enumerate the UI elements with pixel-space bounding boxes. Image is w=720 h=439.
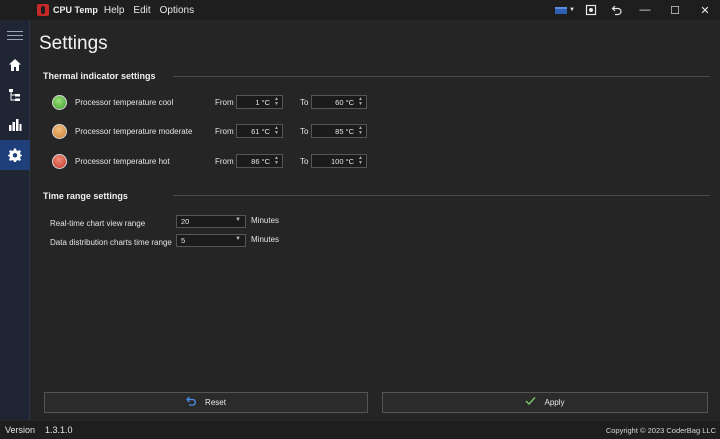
moderate-to-stepper[interactable]: 85 °C ▲ ▼: [311, 124, 367, 138]
moderate-to-value: 85 °C: [335, 126, 354, 136]
cool-from-stepper[interactable]: 1 °C ▲ ▼: [236, 95, 283, 109]
from-label: From: [215, 97, 234, 107]
page-title: Settings: [39, 33, 108, 54]
status-green-icon: [52, 94, 67, 110]
status-red-icon: [52, 153, 67, 169]
time-range-section-divider: [173, 195, 710, 196]
to-label: To: [300, 97, 309, 107]
menu-help[interactable]: Help: [104, 5, 125, 16]
time-range-section-title: Time range settings: [43, 191, 128, 201]
reset-button[interactable]: Reset: [44, 392, 368, 413]
sidebar: [0, 20, 30, 420]
apply-button[interactable]: Apply: [382, 392, 708, 413]
menu-options[interactable]: Options: [160, 5, 194, 16]
stepper-arrows-icon[interactable]: ▲ ▼: [357, 96, 364, 108]
from-label: From: [215, 156, 234, 166]
distribution-range-value: 5: [181, 236, 186, 245]
home-icon[interactable]: [0, 50, 30, 80]
cool-from-value: 1 °C: [255, 97, 270, 107]
thermal-section-divider: [173, 76, 710, 77]
bar-chart-icon[interactable]: [0, 110, 30, 140]
apply-label: Apply: [544, 398, 565, 407]
row-label: Processor temperature moderate: [75, 126, 193, 136]
chevron-down-icon: ▼: [235, 217, 241, 223]
stepper-arrows-icon[interactable]: ▲ ▼: [357, 155, 364, 167]
undo-icon: [186, 396, 197, 409]
reset-label: Reset: [205, 398, 226, 407]
menu-toggle-icon[interactable]: [0, 20, 30, 50]
from-label: From: [215, 126, 234, 136]
distribution-range-unit: Minutes: [251, 235, 280, 244]
tree-icon[interactable]: [0, 80, 30, 110]
checkmark-icon: [525, 396, 536, 409]
moderate-from-stepper[interactable]: 61 °C ▲ ▼: [236, 124, 283, 138]
copyright-text: Copyright © 2023 CoderBag LLC: [605, 426, 716, 435]
realtime-range-unit: Minutes: [251, 216, 280, 225]
version-number: 1.3.1.0: [45, 425, 73, 435]
stepper-arrows-icon[interactable]: ▲ ▼: [273, 96, 280, 108]
stepper-arrows-icon[interactable]: ▲ ▼: [357, 125, 364, 137]
title-bar: CPU Temp Help Edit Options ▼ — ☐ ✕: [0, 0, 720, 20]
back-icon[interactable]: [604, 0, 630, 20]
distribution-range-label: Data distribution charts time range: [50, 238, 172, 247]
stepper-arrows-icon[interactable]: ▲ ▼: [273, 155, 280, 167]
chevron-down-icon: ▼: [235, 236, 241, 242]
realtime-range-select[interactable]: 20 ▼: [176, 215, 246, 228]
version-label: Version: [5, 425, 36, 435]
status-orange-icon: [52, 123, 67, 139]
distribution-range-select[interactable]: 5 ▼: [176, 234, 246, 247]
realtime-range-label: Real-time chart view range: [50, 219, 146, 228]
hot-from-value: 86 °C: [251, 156, 270, 166]
minimize-button[interactable]: —: [630, 0, 660, 20]
thermal-section-title: Thermal indicator settings: [43, 71, 156, 81]
hot-to-value: 100 °C: [330, 156, 354, 166]
cool-to-value: 60 °C: [335, 97, 354, 107]
to-label: To: [300, 156, 309, 166]
close-button[interactable]: ✕: [690, 0, 720, 20]
settings-gear-icon[interactable]: [0, 140, 30, 170]
stepper-arrows-icon[interactable]: ▲ ▼: [273, 125, 280, 137]
menu-edit[interactable]: Edit: [133, 5, 150, 16]
realtime-range-value: 20: [181, 217, 190, 226]
maximize-button[interactable]: ☐: [660, 0, 690, 20]
row-label: Processor temperature cool: [75, 97, 174, 107]
cool-to-stepper[interactable]: 60 °C ▲ ▼: [311, 95, 367, 109]
app-logo-icon: [37, 4, 49, 16]
screenshot-icon[interactable]: [578, 0, 604, 20]
to-label: To: [300, 126, 309, 136]
status-bar: Version 1.3.1.0 Copyright © 2023 CoderBa…: [0, 421, 720, 439]
hot-from-stepper[interactable]: 86 °C ▲ ▼: [236, 154, 283, 168]
row-label: Processor temperature hot: [75, 156, 170, 166]
moderate-from-value: 61 °C: [251, 126, 270, 136]
app-name: CPU Temp: [53, 5, 98, 15]
language-flag-icon[interactable]: ▼: [552, 0, 578, 20]
hot-to-stepper[interactable]: 100 °C ▲ ▼: [311, 154, 367, 168]
